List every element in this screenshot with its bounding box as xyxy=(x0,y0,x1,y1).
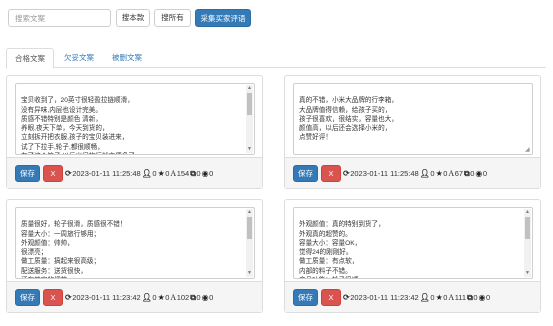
stars-count: 0 xyxy=(443,169,448,178)
search-this-item-button[interactable]: 搜本款 xyxy=(116,9,150,27)
card-footer: 保存 X ⟳ 2023-01-11 11:23:42 👤︎ 0 ★ 0 A 102 ⧉ 0… xyxy=(7,281,262,312)
search-input[interactable] xyxy=(8,9,111,27)
views-count: 0 xyxy=(209,293,214,302)
scroll-thumb[interactable] xyxy=(525,217,530,239)
likes-count: 0 xyxy=(430,293,435,302)
stars-count: 0 xyxy=(443,293,448,302)
likes-count: 0 xyxy=(152,293,157,302)
copy-icon[interactable]: ⧉ xyxy=(190,166,196,182)
eye-icon: ◉ xyxy=(201,293,209,302)
refresh-icon[interactable]: ⟳ xyxy=(65,290,72,306)
refresh-icon[interactable]: ⟳ xyxy=(343,290,350,306)
delete-button[interactable]: X xyxy=(43,165,63,182)
scrollbar[interactable]: ▲ ▼ xyxy=(246,85,253,153)
scroll-up-icon[interactable]: ▲ xyxy=(524,209,531,216)
scroll-thumb[interactable] xyxy=(247,217,252,239)
datetime: 2023-01-11 11:23:42 xyxy=(350,293,419,302)
length-count: 67 xyxy=(454,169,464,178)
copy-meta: ⟳ 2023-01-11 11:25:48 👤︎ 0 ★ 0 A 67 ⧉ 0 ◉ 0 xyxy=(343,166,487,182)
scrollbar[interactable]: ▲ ▼ xyxy=(524,209,531,277)
likes-count: 0 xyxy=(430,169,435,178)
views-count: 0 xyxy=(209,169,214,178)
datetime: 2023-01-11 11:23:42 xyxy=(72,293,141,302)
delete-button[interactable]: X xyxy=(43,289,63,306)
user-icon: 👤︎ xyxy=(419,169,430,178)
user-icon: 👤︎ xyxy=(141,293,152,302)
copy-meta: ⟳ 2023-01-11 11:25:48 👤︎ 0 ★ 0 A 154 ⧉ 0 ◉ 0 xyxy=(65,166,213,182)
card-footer: 保存 X ⟳ 2023-01-11 11:23:42 👤︎ 0 ★ 0 A 111 ⧉ 0… xyxy=(285,281,540,312)
scroll-thumb[interactable] xyxy=(247,93,252,115)
length-count: 154 xyxy=(176,169,190,178)
eye-icon: ◉ xyxy=(478,293,486,302)
copy-icon[interactable]: ⧉ xyxy=(464,166,470,182)
copy-textarea[interactable]: 质量很好，轮子很滑，质感很不错！ 容量大小：一周旅行够用； 外观颜值：帅帅， 很… xyxy=(15,207,255,279)
copy-text: 宝贝收到了，20英寸很轻盈拉链顺滑， 没有异味,内层也设计完美。 质感不错特别是… xyxy=(21,97,135,154)
save-button[interactable]: 保存 xyxy=(293,165,318,182)
star-icon: ★ xyxy=(157,293,165,302)
length-count: 102 xyxy=(176,293,190,302)
scroll-down-icon[interactable]: ▼ xyxy=(246,146,253,153)
card-footer: 保存 X ⟳ 2023-01-11 11:25:48 👤︎ 0 ★ 0 A 67 ⧉ 0 … xyxy=(285,157,540,188)
save-button[interactable]: 保存 xyxy=(15,165,40,182)
likes-count: 0 xyxy=(152,169,157,178)
tab-inappropriate[interactable]: 欠妥文案 xyxy=(56,48,102,68)
views-count: 0 xyxy=(485,293,491,302)
copy-text: 质量很好，轮子很滑，质感很不错！ 容量大小：一周旅行够用； 外观颜值：帅帅， 很… xyxy=(21,221,127,278)
copy-card: 宝贝收到了，20英寸很轻盈拉链顺滑， 没有异味,内层也设计完美。 质感不错特别是… xyxy=(6,75,263,189)
star-icon: ★ xyxy=(435,293,443,302)
search-all-button[interactable]: 搜所有 xyxy=(154,9,191,27)
scroll-up-icon[interactable]: ▲ xyxy=(246,209,253,216)
refresh-icon[interactable]: ⟳ xyxy=(343,166,350,182)
copy-card: 真的不错，小米大品牌的行李箱， 大品牌值得信赖，给孩子买的， 孩子很喜欢，很结实… xyxy=(284,75,541,189)
eye-icon: ◉ xyxy=(475,169,483,178)
stars-count: 0 xyxy=(165,293,170,302)
copies-count: 0 xyxy=(196,169,201,178)
font-size-icon: A xyxy=(448,293,455,302)
delete-button[interactable]: X xyxy=(321,289,341,306)
scroll-up-icon[interactable]: ▲ xyxy=(246,85,253,92)
copy-text: 外观颜值：真的特别到货了， 外观真的超赞的。 容量大小：容量OK， 觉得24的刚… xyxy=(299,221,385,278)
copies-count: 0 xyxy=(473,293,478,302)
copies-count: 0 xyxy=(470,169,475,178)
copy-meta: ⟳ 2023-01-11 11:23:42 👤︎ 0 ★ 0 A 102 ⧉ 0 ◉ 0 xyxy=(65,290,213,306)
save-button[interactable]: 保存 xyxy=(293,289,318,306)
scroll-down-icon[interactable]: ▼ xyxy=(524,270,531,277)
copy-icon[interactable]: ⧉ xyxy=(190,290,196,306)
eye-icon: ◉ xyxy=(201,169,209,178)
delete-button[interactable]: X xyxy=(321,165,341,182)
stars-count: 0 xyxy=(165,169,170,178)
datetime: 2023-01-11 11:25:48 xyxy=(72,169,141,178)
scrollbar[interactable]: ▲ ▼ xyxy=(246,209,253,277)
copy-textarea[interactable]: 外观颜值：真的特别到货了， 外观真的超赞的。 容量大小：容量OK， 觉得24的刚… xyxy=(293,207,533,279)
card-footer: 保存 X ⟳ 2023-01-11 11:25:48 👤︎ 0 ★ 0 A 154 ⧉ 0… xyxy=(7,157,262,188)
copy-card: 外观颜值：真的特别到货了， 外观真的超赞的。 容量大小：容量OK， 觉得24的刚… xyxy=(284,199,541,313)
tab-qualified[interactable]: 合格文案 xyxy=(6,48,54,69)
star-icon: ★ xyxy=(157,169,165,178)
length-count: 111 xyxy=(454,293,467,302)
font-size-icon: A xyxy=(170,169,177,178)
copies-count: 0 xyxy=(196,293,201,302)
tab-deleted[interactable]: 被删文案 xyxy=(104,48,150,68)
collect-buyer-reviews-button[interactable]: 采集买家评语 xyxy=(195,9,251,27)
user-icon: 👤︎ xyxy=(419,293,430,302)
datetime: 2023-01-11 11:25:48 xyxy=(350,169,419,178)
save-button[interactable]: 保存 xyxy=(15,289,40,306)
resize-grip-icon[interactable]: ◢ xyxy=(525,147,531,153)
refresh-icon[interactable]: ⟳ xyxy=(65,166,72,182)
copy-meta: ⟳ 2023-01-11 11:23:42 👤︎ 0 ★ 0 A 111 ⧉ 0 ◉ 0 xyxy=(343,290,490,306)
star-icon: ★ xyxy=(435,169,443,178)
user-icon: 👤︎ xyxy=(141,169,152,178)
font-size-icon: A xyxy=(170,293,177,302)
copy-icon[interactable]: ⧉ xyxy=(467,290,473,306)
views-count: 0 xyxy=(482,169,488,178)
tab-bar: 合格文案 欠妥文案 被删文案 xyxy=(6,48,546,69)
copy-textarea[interactable]: 真的不错，小米大品牌的行李箱， 大品牌值得信赖，给孩子买的， 孩子很喜欢，很结实… xyxy=(293,83,533,155)
copy-card: 质量很好，轮子很滑，质感很不错！ 容量大小：一周旅行够用； 外观颜值：帅帅， 很… xyxy=(6,199,263,313)
copy-textarea[interactable]: 宝贝收到了，20英寸很轻盈拉链顺滑， 没有异味,内层也设计完美。 质感不错特别是… xyxy=(15,83,255,155)
copy-text: 真的不错，小米大品牌的行李箱， 大品牌值得信赖，给孩子买的， 孩子很喜欢，很结实… xyxy=(299,97,398,142)
scroll-down-icon[interactable]: ▼ xyxy=(246,270,253,277)
font-size-icon: A xyxy=(448,169,455,178)
